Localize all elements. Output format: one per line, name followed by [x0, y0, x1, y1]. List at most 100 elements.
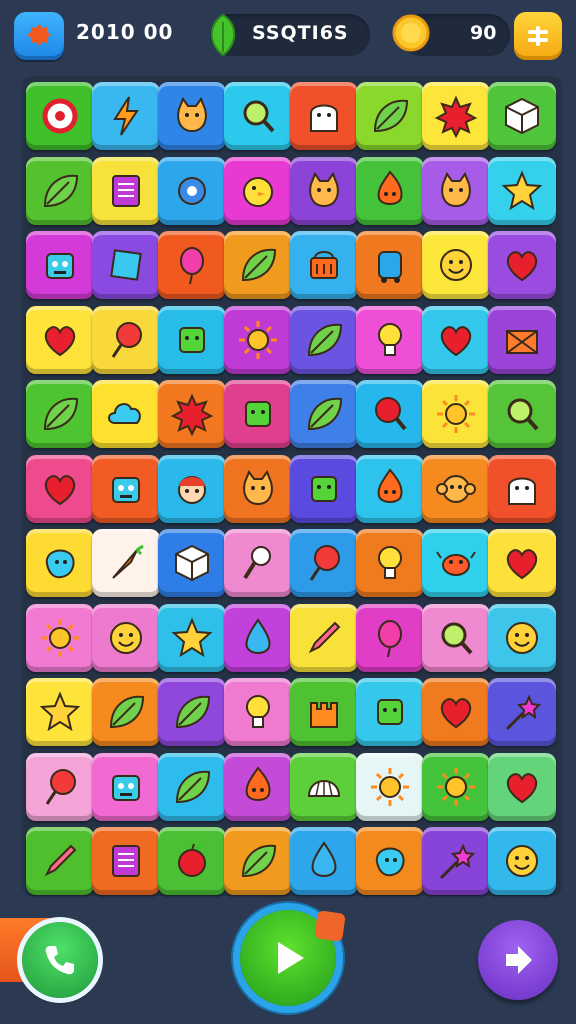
tile[interactable] [422, 305, 490, 374]
tile[interactable] [290, 752, 358, 821]
tile[interactable] [488, 380, 556, 448]
tile[interactable] [356, 305, 424, 374]
tile[interactable] [92, 827, 160, 895]
cat-face-icon [177, 96, 207, 133]
tile[interactable] [356, 603, 424, 672]
tile[interactable] [26, 752, 94, 821]
tile[interactable] [290, 678, 358, 746]
tile[interactable] [26, 454, 94, 523]
tile[interactable] [422, 529, 490, 597]
tile[interactable] [422, 752, 490, 821]
cat-face-icon [441, 171, 471, 207]
tile[interactable] [26, 827, 94, 895]
tile[interactable] [224, 678, 292, 746]
tile[interactable] [488, 827, 556, 895]
tile[interactable] [158, 752, 226, 821]
tile[interactable] [356, 82, 424, 150]
tile[interactable] [26, 305, 94, 374]
tile[interactable] [158, 380, 226, 448]
tile[interactable] [290, 231, 358, 299]
call-button[interactable] [22, 922, 98, 998]
tile[interactable] [290, 529, 358, 597]
tile[interactable] [92, 380, 160, 448]
tile[interactable] [356, 454, 424, 523]
tile[interactable] [290, 603, 358, 672]
tile[interactable] [158, 454, 226, 523]
tile[interactable] [158, 305, 226, 374]
tile[interactable] [488, 231, 556, 299]
tile[interactable] [488, 529, 556, 597]
tile[interactable] [224, 827, 292, 895]
tile[interactable] [422, 454, 490, 523]
tile[interactable] [488, 82, 556, 150]
tile[interactable] [290, 454, 358, 523]
tile[interactable] [92, 231, 160, 299]
tile[interactable] [422, 82, 490, 150]
tile[interactable] [422, 231, 490, 299]
tile[interactable] [92, 82, 160, 150]
tile[interactable] [290, 380, 358, 448]
menu-button[interactable] [514, 12, 562, 60]
tile[interactable] [158, 678, 226, 746]
tile[interactable] [224, 156, 292, 225]
tile[interactable] [26, 603, 94, 672]
tile[interactable] [488, 454, 556, 523]
tile[interactable] [158, 156, 226, 225]
tile[interactable] [290, 305, 358, 374]
tile[interactable] [422, 603, 490, 672]
tile[interactable] [158, 82, 226, 150]
smiley-icon [110, 621, 142, 654]
tile[interactable] [92, 305, 160, 374]
tile[interactable] [422, 827, 490, 895]
next-button[interactable] [478, 920, 558, 1000]
tile[interactable] [356, 752, 424, 821]
pencil-icon [308, 621, 341, 653]
tile[interactable] [356, 380, 424, 448]
tile[interactable] [488, 752, 556, 821]
tile[interactable] [224, 305, 292, 374]
tile[interactable] [26, 82, 94, 150]
tile[interactable] [224, 454, 292, 523]
tile[interactable] [290, 827, 358, 895]
tile[interactable] [158, 231, 226, 299]
tile[interactable] [92, 678, 160, 746]
tile[interactable] [92, 454, 160, 523]
tile[interactable] [488, 678, 556, 746]
tile[interactable] [26, 231, 94, 299]
leaf-icon [241, 248, 277, 282]
tile[interactable] [26, 678, 94, 746]
tile[interactable] [422, 678, 490, 746]
tile[interactable] [356, 678, 424, 746]
tile[interactable] [488, 603, 556, 672]
tile[interactable] [356, 827, 424, 895]
tile[interactable] [290, 82, 358, 150]
tile[interactable] [92, 529, 160, 597]
tile[interactable] [422, 380, 490, 448]
tile[interactable] [356, 529, 424, 597]
tile[interactable] [488, 156, 556, 225]
settings-button[interactable] [14, 12, 64, 60]
tile[interactable] [224, 82, 292, 150]
tile[interactable] [224, 603, 292, 672]
tile[interactable] [356, 156, 424, 225]
tile[interactable] [224, 231, 292, 299]
tile[interactable] [26, 529, 94, 597]
tile[interactable] [158, 827, 226, 895]
tile[interactable] [26, 156, 94, 225]
tile[interactable] [224, 380, 292, 448]
lollipop-icon [309, 545, 340, 581]
tile[interactable] [158, 603, 226, 672]
tile[interactable] [488, 305, 556, 374]
tile[interactable] [224, 752, 292, 821]
tile[interactable] [290, 156, 358, 225]
tile[interactable] [92, 156, 160, 225]
tile[interactable] [92, 603, 160, 672]
leaf-icon [307, 397, 343, 431]
blob-icon [375, 847, 405, 877]
tile[interactable] [158, 529, 226, 597]
tile[interactable] [92, 752, 160, 821]
tile[interactable] [26, 380, 94, 448]
tile[interactable] [422, 156, 490, 225]
tile[interactable] [356, 231, 424, 299]
tile[interactable] [224, 529, 292, 597]
